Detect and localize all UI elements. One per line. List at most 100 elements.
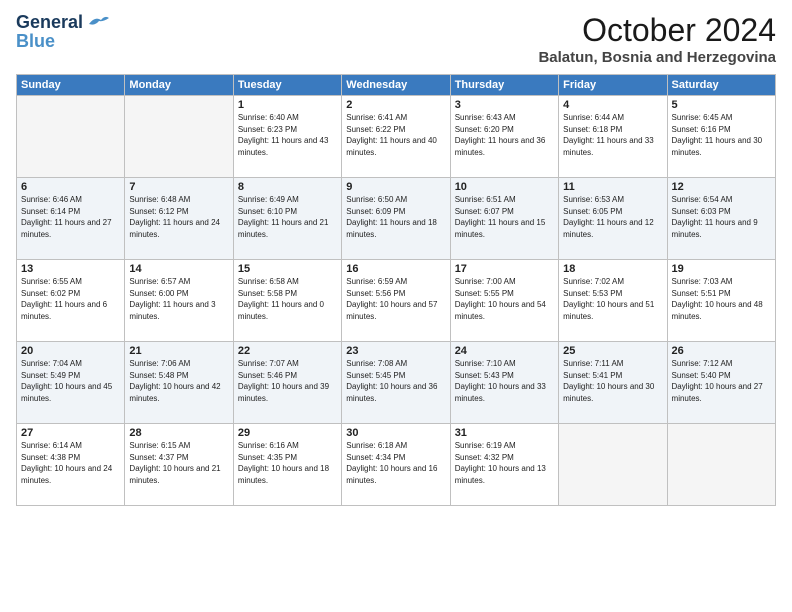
day-detail: Sunrise: 6:41 AM Sunset: 6:22 PM Dayligh… bbox=[346, 112, 445, 158]
col-tuesday: Tuesday bbox=[233, 75, 341, 96]
day-number: 31 bbox=[455, 427, 554, 439]
month-title: October 2024 bbox=[538, 12, 776, 49]
day-number: 28 bbox=[129, 427, 228, 439]
day-detail: Sunrise: 6:50 AM Sunset: 6:09 PM Dayligh… bbox=[346, 194, 445, 240]
day-detail: Sunrise: 7:12 AM Sunset: 5:40 PM Dayligh… bbox=[672, 358, 771, 404]
day-number: 23 bbox=[346, 345, 445, 357]
table-row: 14Sunrise: 6:57 AM Sunset: 6:00 PM Dayli… bbox=[125, 260, 233, 342]
day-number: 4 bbox=[563, 99, 662, 111]
calendar-week-row: 27Sunrise: 6:14 AM Sunset: 4:38 PM Dayli… bbox=[17, 424, 776, 506]
table-row: 17Sunrise: 7:00 AM Sunset: 5:55 PM Dayli… bbox=[450, 260, 558, 342]
col-wednesday: Wednesday bbox=[342, 75, 450, 96]
table-row: 20Sunrise: 7:04 AM Sunset: 5:49 PM Dayli… bbox=[17, 342, 125, 424]
day-detail: Sunrise: 6:15 AM Sunset: 4:37 PM Dayligh… bbox=[129, 440, 228, 486]
table-row: 2Sunrise: 6:41 AM Sunset: 6:22 PM Daylig… bbox=[342, 96, 450, 178]
table-row: 1Sunrise: 6:40 AM Sunset: 6:23 PM Daylig… bbox=[233, 96, 341, 178]
day-number: 25 bbox=[563, 345, 662, 357]
table-row bbox=[125, 96, 233, 178]
table-row: 7Sunrise: 6:48 AM Sunset: 6:12 PM Daylig… bbox=[125, 178, 233, 260]
table-row: 24Sunrise: 7:10 AM Sunset: 5:43 PM Dayli… bbox=[450, 342, 558, 424]
day-detail: Sunrise: 6:59 AM Sunset: 5:56 PM Dayligh… bbox=[346, 276, 445, 322]
col-sunday: Sunday bbox=[17, 75, 125, 96]
table-row: 4Sunrise: 6:44 AM Sunset: 6:18 PM Daylig… bbox=[559, 96, 667, 178]
col-thursday: Thursday bbox=[450, 75, 558, 96]
day-detail: Sunrise: 7:03 AM Sunset: 5:51 PM Dayligh… bbox=[672, 276, 771, 322]
table-row: 15Sunrise: 6:58 AM Sunset: 5:58 PM Dayli… bbox=[233, 260, 341, 342]
day-number: 1 bbox=[238, 99, 337, 111]
table-row: 6Sunrise: 6:46 AM Sunset: 6:14 PM Daylig… bbox=[17, 178, 125, 260]
logo-blue: Blue bbox=[16, 31, 55, 52]
day-detail: Sunrise: 7:10 AM Sunset: 5:43 PM Dayligh… bbox=[455, 358, 554, 404]
day-number: 16 bbox=[346, 263, 445, 275]
day-number: 18 bbox=[563, 263, 662, 275]
table-row: 22Sunrise: 7:07 AM Sunset: 5:46 PM Dayli… bbox=[233, 342, 341, 424]
day-number: 29 bbox=[238, 427, 337, 439]
day-number: 5 bbox=[672, 99, 771, 111]
day-number: 30 bbox=[346, 427, 445, 439]
table-row: 16Sunrise: 6:59 AM Sunset: 5:56 PM Dayli… bbox=[342, 260, 450, 342]
table-row bbox=[667, 424, 775, 506]
header: General Blue October 2024 Balatun, Bosni… bbox=[16, 12, 776, 66]
day-detail: Sunrise: 6:14 AM Sunset: 4:38 PM Dayligh… bbox=[21, 440, 120, 486]
table-row: 8Sunrise: 6:49 AM Sunset: 6:10 PM Daylig… bbox=[233, 178, 341, 260]
table-row: 30Sunrise: 6:18 AM Sunset: 4:34 PM Dayli… bbox=[342, 424, 450, 506]
table-row: 10Sunrise: 6:51 AM Sunset: 6:07 PM Dayli… bbox=[450, 178, 558, 260]
day-detail: Sunrise: 6:49 AM Sunset: 6:10 PM Dayligh… bbox=[238, 194, 337, 240]
day-number: 17 bbox=[455, 263, 554, 275]
day-detail: Sunrise: 6:19 AM Sunset: 4:32 PM Dayligh… bbox=[455, 440, 554, 486]
calendar-week-row: 13Sunrise: 6:55 AM Sunset: 6:02 PM Dayli… bbox=[17, 260, 776, 342]
day-number: 15 bbox=[238, 263, 337, 275]
day-detail: Sunrise: 7:08 AM Sunset: 5:45 PM Dayligh… bbox=[346, 358, 445, 404]
day-detail: Sunrise: 6:40 AM Sunset: 6:23 PM Dayligh… bbox=[238, 112, 337, 158]
col-monday: Monday bbox=[125, 75, 233, 96]
day-number: 11 bbox=[563, 181, 662, 193]
table-row: 13Sunrise: 6:55 AM Sunset: 6:02 PM Dayli… bbox=[17, 260, 125, 342]
calendar-week-row: 20Sunrise: 7:04 AM Sunset: 5:49 PM Dayli… bbox=[17, 342, 776, 424]
day-number: 8 bbox=[238, 181, 337, 193]
day-number: 10 bbox=[455, 181, 554, 193]
table-row: 5Sunrise: 6:45 AM Sunset: 6:16 PM Daylig… bbox=[667, 96, 775, 178]
table-row: 31Sunrise: 6:19 AM Sunset: 4:32 PM Dayli… bbox=[450, 424, 558, 506]
day-number: 21 bbox=[129, 345, 228, 357]
day-detail: Sunrise: 6:46 AM Sunset: 6:14 PM Dayligh… bbox=[21, 194, 120, 240]
calendar-header-row: Sunday Monday Tuesday Wednesday Thursday… bbox=[17, 75, 776, 96]
table-row: 29Sunrise: 6:16 AM Sunset: 4:35 PM Dayli… bbox=[233, 424, 341, 506]
day-number: 19 bbox=[672, 263, 771, 275]
day-detail: Sunrise: 6:53 AM Sunset: 6:05 PM Dayligh… bbox=[563, 194, 662, 240]
day-number: 2 bbox=[346, 99, 445, 111]
logo-bird-icon bbox=[87, 14, 109, 32]
day-number: 3 bbox=[455, 99, 554, 111]
table-row: 3Sunrise: 6:43 AM Sunset: 6:20 PM Daylig… bbox=[450, 96, 558, 178]
page: General Blue October 2024 Balatun, Bosni… bbox=[0, 0, 792, 612]
day-detail: Sunrise: 6:58 AM Sunset: 5:58 PM Dayligh… bbox=[238, 276, 337, 322]
table-row: 23Sunrise: 7:08 AM Sunset: 5:45 PM Dayli… bbox=[342, 342, 450, 424]
table-row: 19Sunrise: 7:03 AM Sunset: 5:51 PM Dayli… bbox=[667, 260, 775, 342]
day-detail: Sunrise: 7:06 AM Sunset: 5:48 PM Dayligh… bbox=[129, 358, 228, 404]
table-row bbox=[17, 96, 125, 178]
day-detail: Sunrise: 7:07 AM Sunset: 5:46 PM Dayligh… bbox=[238, 358, 337, 404]
day-detail: Sunrise: 6:16 AM Sunset: 4:35 PM Dayligh… bbox=[238, 440, 337, 486]
day-detail: Sunrise: 7:00 AM Sunset: 5:55 PM Dayligh… bbox=[455, 276, 554, 322]
table-row: 26Sunrise: 7:12 AM Sunset: 5:40 PM Dayli… bbox=[667, 342, 775, 424]
calendar-week-row: 6Sunrise: 6:46 AM Sunset: 6:14 PM Daylig… bbox=[17, 178, 776, 260]
col-friday: Friday bbox=[559, 75, 667, 96]
location: Balatun, Bosnia and Herzegovina bbox=[538, 49, 776, 66]
day-number: 22 bbox=[238, 345, 337, 357]
day-detail: Sunrise: 6:55 AM Sunset: 6:02 PM Dayligh… bbox=[21, 276, 120, 322]
day-number: 20 bbox=[21, 345, 120, 357]
day-detail: Sunrise: 7:04 AM Sunset: 5:49 PM Dayligh… bbox=[21, 358, 120, 404]
day-detail: Sunrise: 6:44 AM Sunset: 6:18 PM Dayligh… bbox=[563, 112, 662, 158]
logo-general: General bbox=[16, 12, 83, 33]
calendar: Sunday Monday Tuesday Wednesday Thursday… bbox=[16, 74, 776, 506]
logo: General Blue bbox=[16, 12, 109, 52]
day-number: 13 bbox=[21, 263, 120, 275]
table-row: 18Sunrise: 7:02 AM Sunset: 5:53 PM Dayli… bbox=[559, 260, 667, 342]
table-row bbox=[559, 424, 667, 506]
table-row: 21Sunrise: 7:06 AM Sunset: 5:48 PM Dayli… bbox=[125, 342, 233, 424]
day-detail: Sunrise: 7:11 AM Sunset: 5:41 PM Dayligh… bbox=[563, 358, 662, 404]
table-row: 25Sunrise: 7:11 AM Sunset: 5:41 PM Dayli… bbox=[559, 342, 667, 424]
day-number: 24 bbox=[455, 345, 554, 357]
table-row: 11Sunrise: 6:53 AM Sunset: 6:05 PM Dayli… bbox=[559, 178, 667, 260]
day-number: 14 bbox=[129, 263, 228, 275]
day-detail: Sunrise: 6:51 AM Sunset: 6:07 PM Dayligh… bbox=[455, 194, 554, 240]
